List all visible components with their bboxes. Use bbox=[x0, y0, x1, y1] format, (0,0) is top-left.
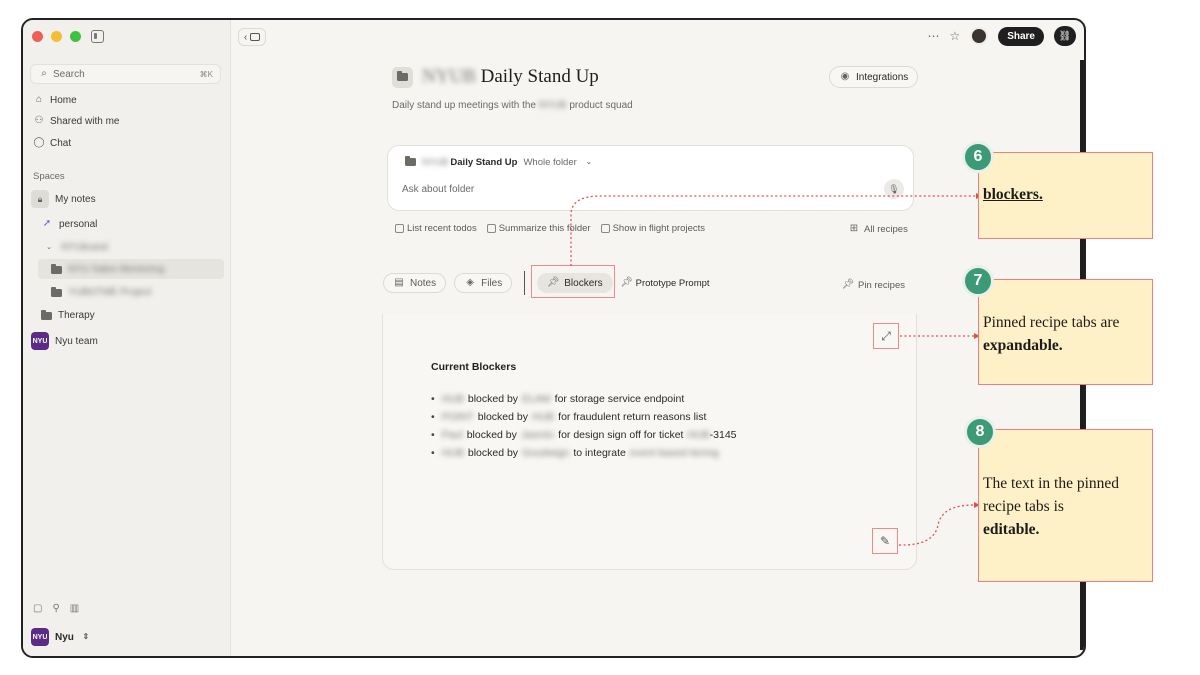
callout-badge-7: 7 bbox=[962, 265, 994, 297]
callout-text: blockers. bbox=[983, 186, 1043, 203]
callout-text: The text in the pinned recipe tabs is bbox=[983, 475, 1120, 515]
connector-line bbox=[898, 504, 975, 546]
callout-note-8: The text in the pinned recipe tabs is ed… bbox=[978, 429, 1153, 582]
connector-line bbox=[570, 195, 976, 266]
callout-text: Pinned recipe tabs are bbox=[983, 314, 1120, 331]
callout-text-strong: expandable. bbox=[983, 337, 1063, 354]
callout-note-6: blockers. bbox=[978, 152, 1153, 239]
callout-text-strong: editable. bbox=[983, 521, 1040, 538]
callout-badge-6: 6 bbox=[962, 141, 994, 173]
callout-note-7: Pinned recipe tabs are expandable. bbox=[978, 279, 1153, 385]
callout-badge-8: 8 bbox=[964, 416, 996, 448]
